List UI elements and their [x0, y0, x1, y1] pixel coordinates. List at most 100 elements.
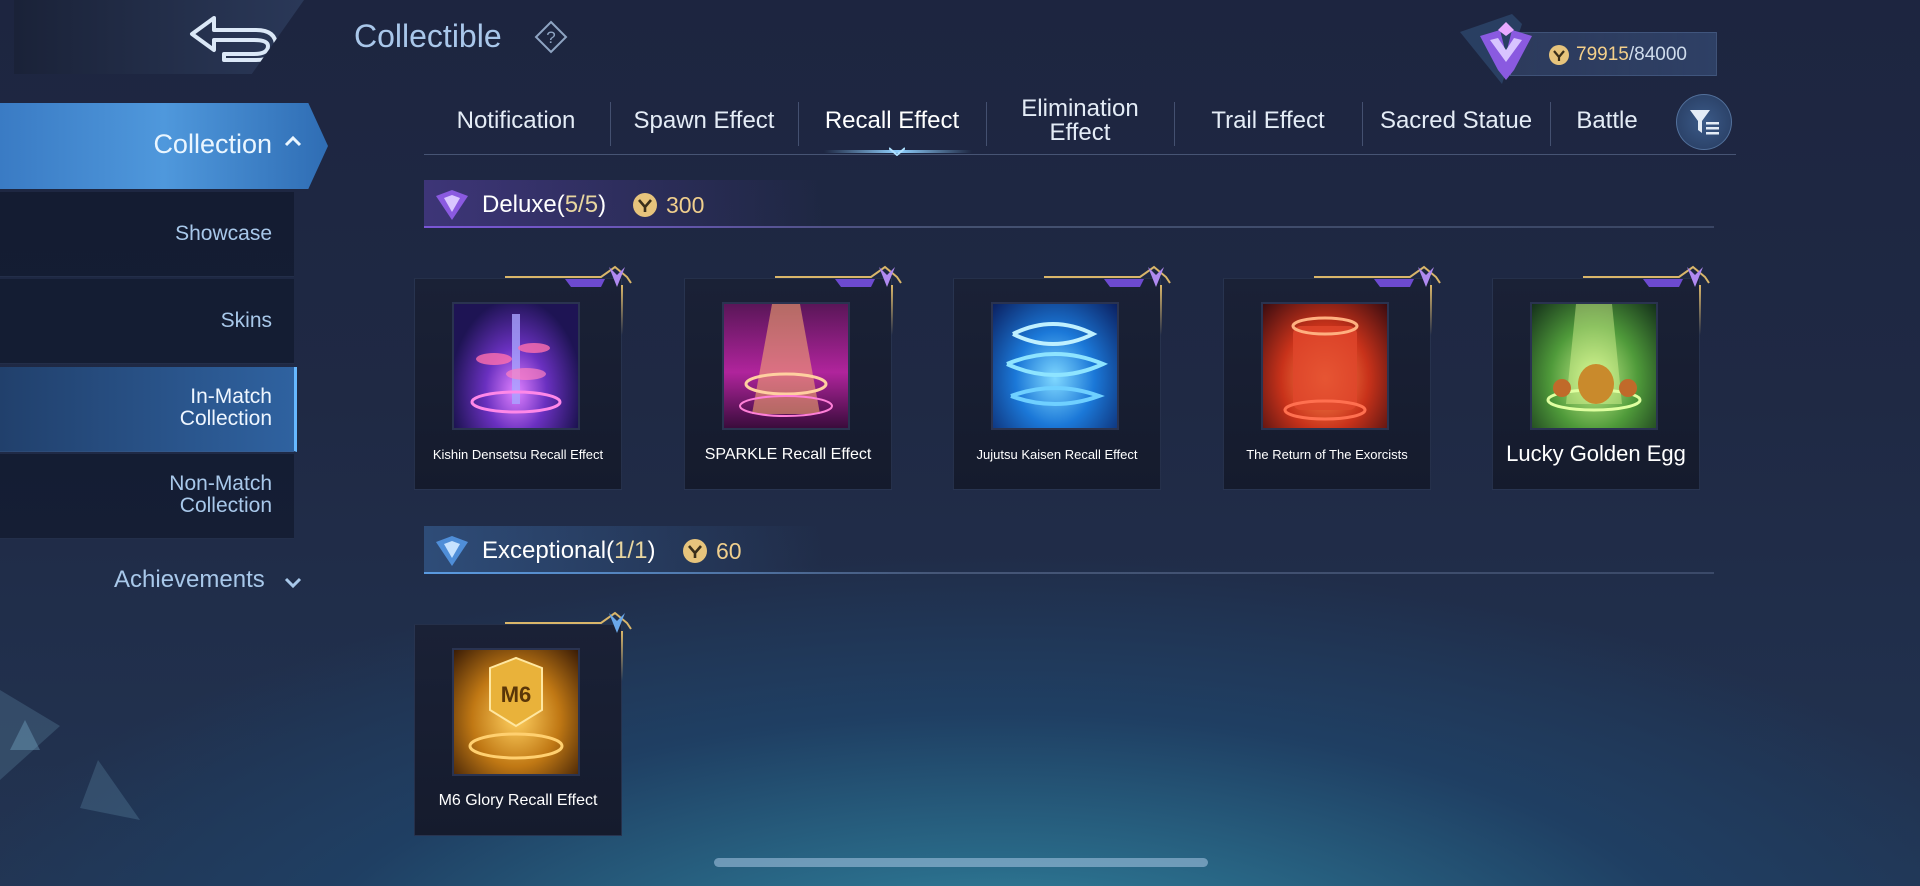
card-edge [1160, 285, 1162, 335]
tab-elimination-effect[interactable]: Elimination Effect [988, 90, 1172, 152]
points-max: 84000 [1634, 44, 1687, 65]
collectible-card[interactable]: The Return of The Exorcists [1223, 265, 1441, 490]
item-name: SPARKLE Recall Effect [704, 446, 872, 463]
collector-coin-icon [633, 193, 657, 217]
section-count: 5/5 [564, 191, 599, 218]
collector-coin-icon [683, 539, 707, 563]
deluxe-ribbon-icon [1583, 265, 1710, 287]
sidebar-item-skins[interactable]: Skins [0, 279, 294, 364]
exceptional-ribbon-icon [505, 611, 632, 633]
sidebar-item-label: Non-Match Collection [169, 473, 272, 517]
tab-battle[interactable]: Battle [1552, 90, 1662, 152]
section-title: Deluxe(5/5) [482, 191, 606, 219]
tab-trail-effect[interactable]: Trail Effect [1176, 90, 1360, 152]
tab-spawn-effect[interactable]: Spawn Effect [612, 90, 796, 152]
sidebar-item-in-match-collection[interactable]: In-Match Collection [0, 367, 297, 452]
section-divider [424, 226, 1714, 228]
back-button[interactable] [14, 0, 304, 74]
card-edge [1430, 285, 1432, 335]
effect-thumbnail [991, 302, 1119, 430]
collectible-card[interactable]: Kishin Densetsu Recall Effect [414, 265, 632, 490]
tab-divider [986, 102, 987, 146]
card-edge [1699, 285, 1701, 335]
collectible-card[interactable]: Jujutsu Kaisen Recall Effect [953, 265, 1171, 490]
item-name: Lucky Golden Egg [1506, 441, 1686, 466]
collector-coin-icon [1548, 44, 1570, 66]
section-divider [424, 572, 1714, 574]
tab-label: Trail Effect [1211, 107, 1325, 134]
collectible-card[interactable]: Lucky Golden Egg [1492, 265, 1710, 490]
category-tabs: Notification Spawn Effect Recall Effect … [424, 90, 1736, 155]
deluxe-ribbon-icon [1314, 265, 1441, 287]
item-name: Jujutsu Kaisen Recall Effect [976, 447, 1138, 462]
active-tab-indicator-icon [889, 147, 905, 156]
sidebar-item-label: In-Match Collection [180, 386, 272, 430]
label-line-1: Non-Match [169, 472, 272, 495]
card-edge [621, 631, 623, 681]
question-icon[interactable]: ? [534, 20, 568, 54]
decor-shard [80, 760, 140, 820]
effect-thumbnail [452, 302, 580, 430]
rank-emblem-icon [1452, 14, 1562, 90]
card-edge [621, 285, 623, 335]
tab-label: Elimination Effect [1021, 97, 1138, 145]
svg-text:?: ? [546, 28, 555, 47]
sidebar-item-showcase[interactable]: Showcase [0, 192, 294, 277]
sidebar-achievements[interactable]: Achievements [114, 566, 265, 594]
section-title-text: Exceptional( [482, 537, 615, 564]
effect-thumbnail [722, 302, 850, 430]
exceptional-gem-icon [436, 536, 468, 566]
tab-label: Sacred Statue [1379, 107, 1533, 134]
back-arrow-icon [190, 16, 278, 62]
section-deluxe-header: Deluxe(5/5) 300 [424, 180, 1714, 228]
effect-thumbnail [1530, 302, 1658, 430]
effect-thumbnail: M6 [452, 648, 580, 776]
collectible-card[interactable]: SPARKLE Recall Effect [684, 265, 902, 490]
collectible-card[interactable]: M6 M6 Glory Recall Effect [414, 611, 632, 836]
sidebar-collection[interactable]: Collection [0, 103, 328, 189]
item-name: M6 Glory Recall Effect [438, 792, 598, 809]
section-price: 60 [716, 538, 742, 564]
tab-divider [1174, 102, 1175, 146]
tab-label: Recall Effect [824, 107, 960, 134]
section-count: 1/1 [614, 537, 648, 564]
effect-thumbnail [1261, 302, 1389, 430]
collector-points: 79915/84000 [1576, 44, 1687, 66]
tab-label-line-1: Elimination [1021, 95, 1139, 122]
tab-divider [798, 102, 799, 146]
sidebar-item-label: Skins [220, 309, 272, 332]
tab-notification[interactable]: Notification [424, 90, 608, 152]
sidebar-collection-label: Collection [153, 129, 272, 159]
item-name: Kishin Densetsu Recall Effect [432, 447, 604, 462]
tab-label: Spawn Effect [633, 107, 775, 134]
section-title-text: Deluxe( [482, 191, 565, 218]
deluxe-gem-icon [436, 190, 468, 220]
section-exceptional-header: Exceptional(1/1) 60 [424, 526, 1714, 574]
page-title: Collectible [354, 18, 502, 54]
deluxe-ribbon-icon [1044, 265, 1171, 287]
tab-label-line-2: Effect [1049, 119, 1111, 146]
tab-label: Battle [1576, 107, 1638, 134]
chevron-down-icon[interactable] [284, 577, 302, 589]
filter-icon [1690, 110, 1719, 135]
tab-sacred-statue[interactable]: Sacred Statue [1364, 90, 1548, 152]
chevron-up-icon [284, 135, 302, 147]
label-line-2: Collection [179, 494, 272, 517]
section-price: 300 [666, 192, 705, 218]
sidebar-item-non-match-collection[interactable]: Non-Match Collection [0, 454, 294, 539]
section-title-close: ) [647, 537, 656, 564]
label-line-1: In-Match [190, 385, 272, 408]
points-current: 79915 [1576, 44, 1629, 65]
svg-text:M6: M6 [501, 682, 532, 707]
tab-recall-effect[interactable]: Recall Effect [800, 90, 984, 152]
tab-divider [1362, 102, 1363, 146]
card-edge [891, 285, 893, 335]
item-name: The Return of The Exorcists [1246, 447, 1408, 462]
deluxe-ribbon-icon [775, 265, 902, 287]
home-indicator[interactable] [714, 858, 1208, 867]
label-line-2: Collection [179, 407, 272, 430]
section-title: Exceptional(1/1) [482, 537, 655, 565]
tab-label: Notification [456, 107, 576, 134]
filter-button[interactable] [1676, 94, 1732, 150]
sidebar-item-label: Showcase [175, 222, 272, 245]
